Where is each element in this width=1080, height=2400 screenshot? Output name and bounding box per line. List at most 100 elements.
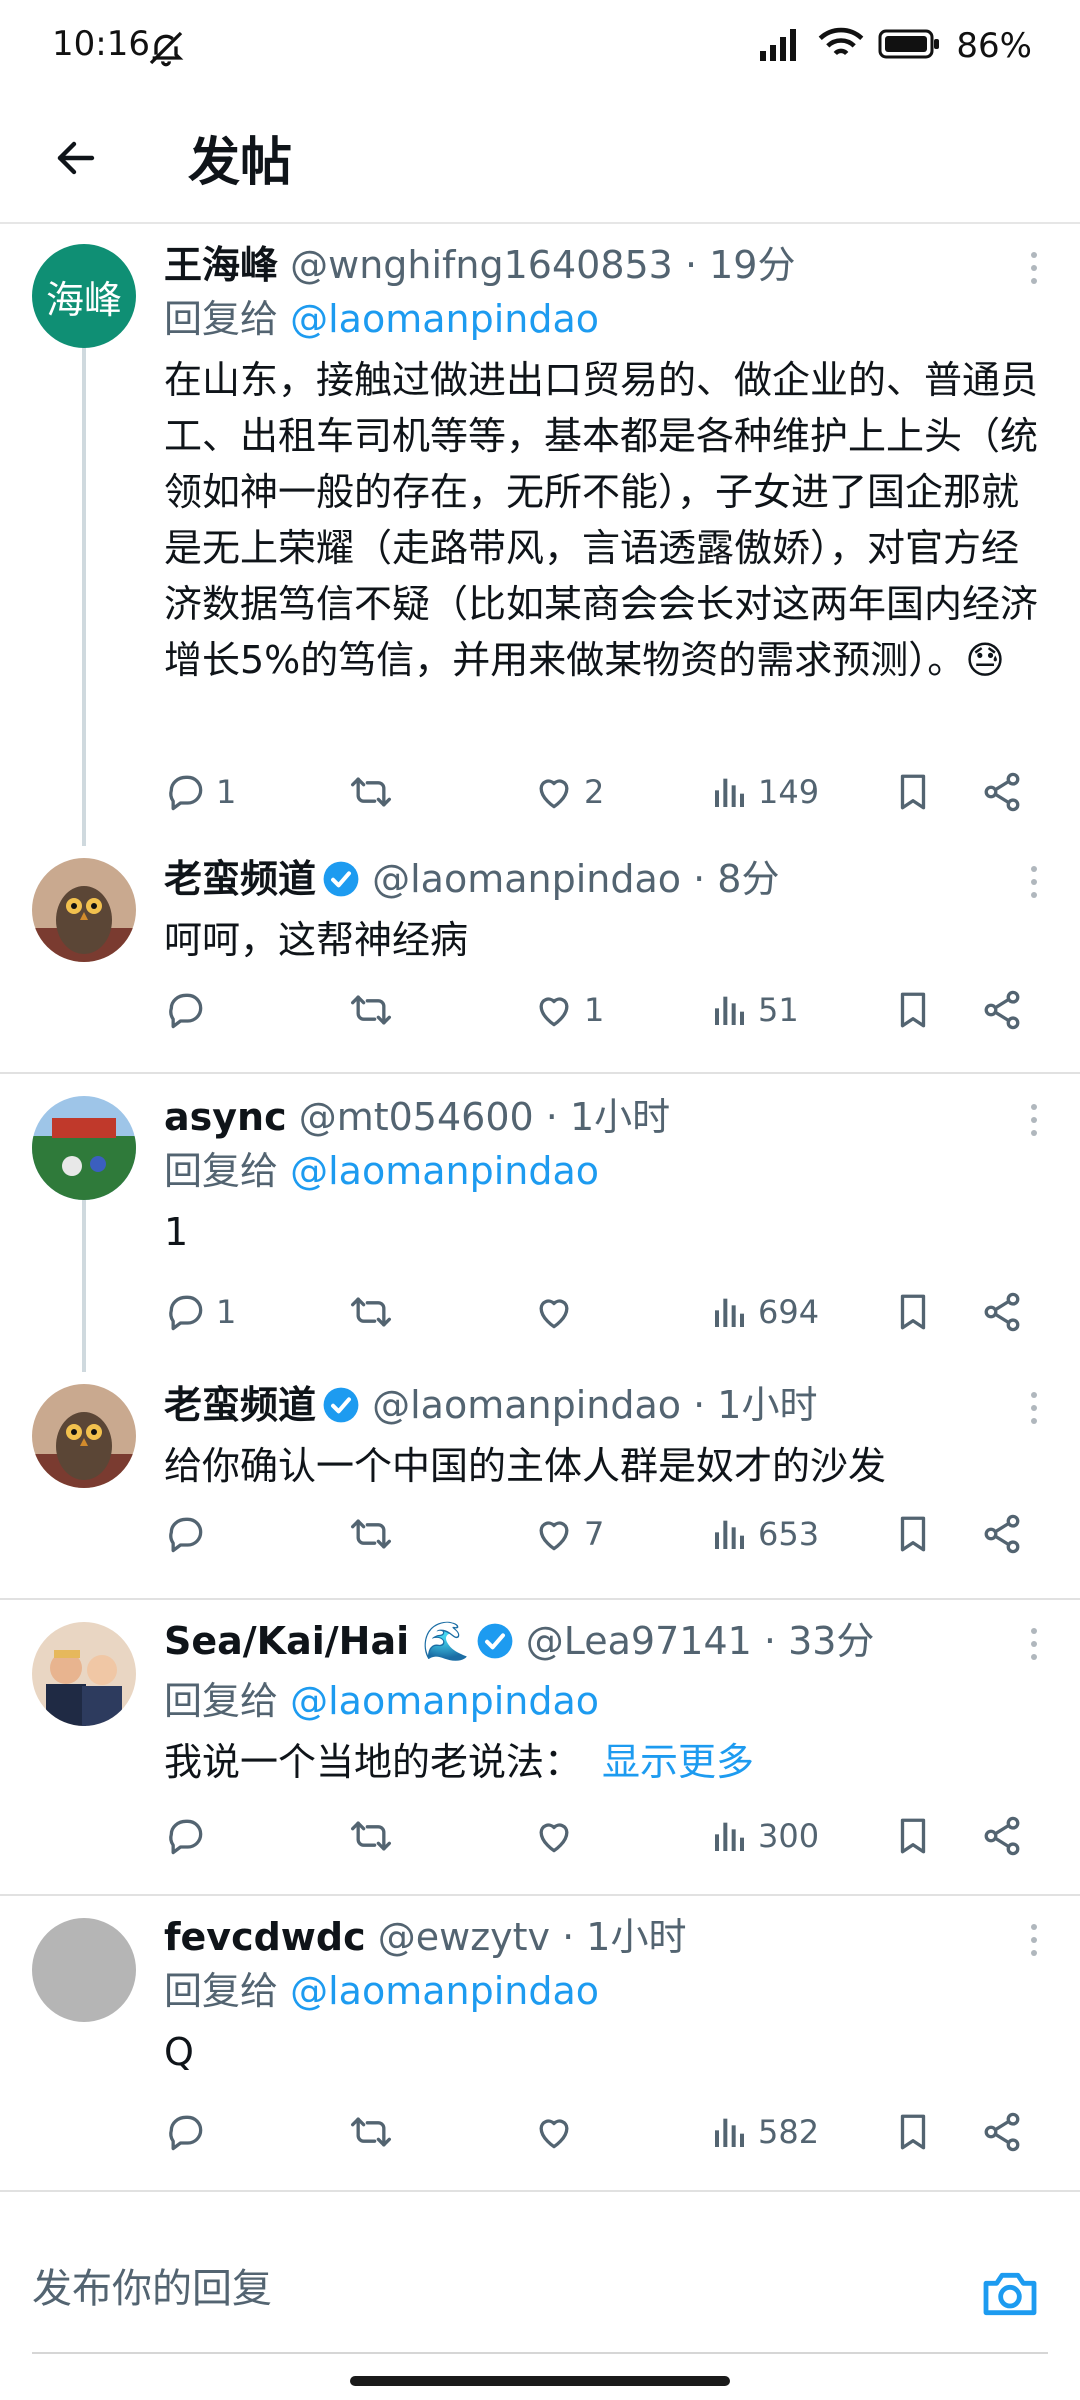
reply-to-label: 回复给 [164, 1149, 279, 1193]
more-menu-button[interactable] [1014, 1100, 1054, 1140]
share-icon [980, 1814, 1024, 1858]
verified-icon [322, 858, 360, 912]
more-menu-button[interactable] [1014, 1388, 1054, 1428]
views-icon [710, 2112, 750, 2152]
action-bar: 1 694 [164, 1282, 1044, 1342]
like-button[interactable] [532, 1282, 584, 1342]
views-button[interactable]: 300 [710, 1806, 819, 1866]
retweet-button[interactable] [348, 980, 394, 1040]
author-handle: @ewzytv [377, 1915, 551, 1959]
retweet-button[interactable] [348, 762, 394, 822]
share-button[interactable] [980, 980, 1024, 1040]
views-button[interactable]: 582 [710, 2102, 819, 2162]
like-button[interactable] [532, 1806, 584, 1866]
author-name[interactable]: async [164, 1095, 287, 1139]
avatar[interactable]: 海峰 [32, 244, 136, 348]
mention-link[interactable]: @laomanpindao [290, 1149, 599, 1193]
retweet-button[interactable] [348, 1282, 394, 1342]
post-item[interactable]: async @mt054600 · 1小时 回复给 @laomanpindao … [0, 1074, 1080, 1372]
views-count: 694 [758, 1293, 820, 1331]
avatar[interactable] [32, 1384, 136, 1488]
reply-icon [164, 2110, 208, 2154]
retweet-button[interactable] [348, 2102, 394, 2162]
author-name[interactable]: 老蛮频道 [164, 1383, 316, 1427]
post-item[interactable]: 老蛮频道 @laomanpindao · 1小时 给你确认一个中国的主体人群是奴… [0, 1372, 1080, 1598]
camera-button[interactable] [978, 2262, 1042, 2326]
bookmark-button[interactable] [892, 1282, 934, 1342]
reply-button[interactable] [164, 1504, 216, 1564]
post-item[interactable]: fevcdwdc @ewzytv · 1小时 回复给 @laomanpindao… [0, 1896, 1080, 2190]
retweet-button[interactable] [348, 1806, 394, 1866]
views-button[interactable]: 653 [710, 1504, 819, 1564]
bookmark-icon [892, 1512, 934, 1556]
more-menu-button[interactable] [1014, 1920, 1054, 1960]
avatar[interactable] [32, 1622, 136, 1726]
avatar[interactable] [32, 858, 136, 962]
author-name[interactable]: Sea/Kai/Hai 🌊 [164, 1619, 470, 1663]
mention-link[interactable]: @laomanpindao [290, 1679, 599, 1723]
bookmark-icon [892, 988, 934, 1032]
reply-button[interactable] [164, 980, 216, 1040]
like-button[interactable] [532, 2102, 584, 2162]
reply-button[interactable] [164, 2102, 216, 2162]
retweet-button[interactable] [348, 1504, 394, 1564]
post-item[interactable]: 海峰 王海峰 @wnghifng1640853 · 19分 回复给 @laoma… [0, 226, 1080, 846]
more-icon [1031, 866, 1037, 898]
reply-feed[interactable]: 海峰 王海峰 @wnghifng1640853 · 19分 回复给 @laoma… [0, 226, 1080, 2218]
author-handle: @Lea97141 [525, 1619, 752, 1663]
bookmark-button[interactable] [892, 1504, 934, 1564]
share-button[interactable] [980, 1806, 1024, 1866]
views-button[interactable]: 694 [710, 1282, 819, 1342]
mention-link[interactable]: @laomanpindao [290, 1969, 599, 2013]
verified-icon [322, 1384, 360, 1438]
back-button[interactable] [44, 126, 108, 190]
reply-input[interactable]: 发布你的回复 [32, 2256, 272, 2314]
avatar[interactable] [32, 1918, 136, 2022]
thread-line [82, 1194, 86, 1372]
bookmark-button[interactable] [892, 1806, 934, 1866]
signal-icon [758, 27, 804, 65]
like-button[interactable]: 7 [532, 1504, 604, 1564]
page-title: 发帖 [188, 133, 293, 193]
views-icon [710, 1816, 750, 1856]
bookmark-button[interactable] [892, 762, 934, 822]
mention-link[interactable]: @laomanpindao [290, 297, 599, 341]
share-button[interactable] [980, 762, 1024, 822]
more-menu-button[interactable] [1014, 1624, 1054, 1664]
reply-button[interactable]: 1 [164, 1282, 236, 1342]
author-handle: @laomanpindao [372, 1383, 682, 1427]
composer-divider [32, 2352, 1048, 2354]
avatar[interactable] [32, 1096, 136, 1200]
share-button[interactable] [980, 1282, 1024, 1342]
more-menu-button[interactable] [1014, 862, 1054, 902]
bookmark-button[interactable] [892, 980, 934, 1040]
retweet-icon [348, 988, 394, 1032]
home-indicator[interactable] [350, 2376, 730, 2386]
retweet-icon [348, 2110, 394, 2154]
more-menu-button[interactable] [1014, 248, 1054, 288]
show-more-link[interactable]: 显示更多 [602, 1740, 754, 1784]
reply-icon [164, 1814, 208, 1858]
views-icon [710, 1292, 750, 1332]
like-button[interactable]: 2 [532, 762, 604, 822]
author-name[interactable]: 老蛮频道 [164, 857, 316, 901]
author-name[interactable]: 王海峰 [164, 243, 278, 287]
post-item[interactable]: 老蛮频道 @laomanpindao · 8分 呵呵，这帮神经病 1 51 [0, 846, 1080, 1072]
more-icon [1031, 252, 1037, 284]
views-button[interactable]: 149 [710, 762, 819, 822]
author-name[interactable]: fevcdwdc [164, 1915, 366, 1959]
author-handle: @laomanpindao [372, 857, 682, 901]
reply-button[interactable]: 1 [164, 762, 236, 822]
views-button[interactable]: 51 [710, 980, 799, 1040]
author-handle: @mt054600 [298, 1095, 534, 1139]
thread-line [82, 346, 86, 846]
share-button[interactable] [980, 1504, 1024, 1564]
share-button[interactable] [980, 2102, 1024, 2162]
post-item[interactable]: Sea/Kai/Hai 🌊 @Lea97141 · 33分 回复给 @laoma… [0, 1600, 1080, 1894]
bookmark-button[interactable] [892, 2102, 934, 2162]
post-text: 1 [164, 1210, 189, 1254]
like-button[interactable]: 1 [532, 980, 604, 1040]
camera-icon [983, 2272, 1037, 2316]
likes-count: 2 [584, 773, 605, 811]
reply-button[interactable] [164, 1806, 216, 1866]
